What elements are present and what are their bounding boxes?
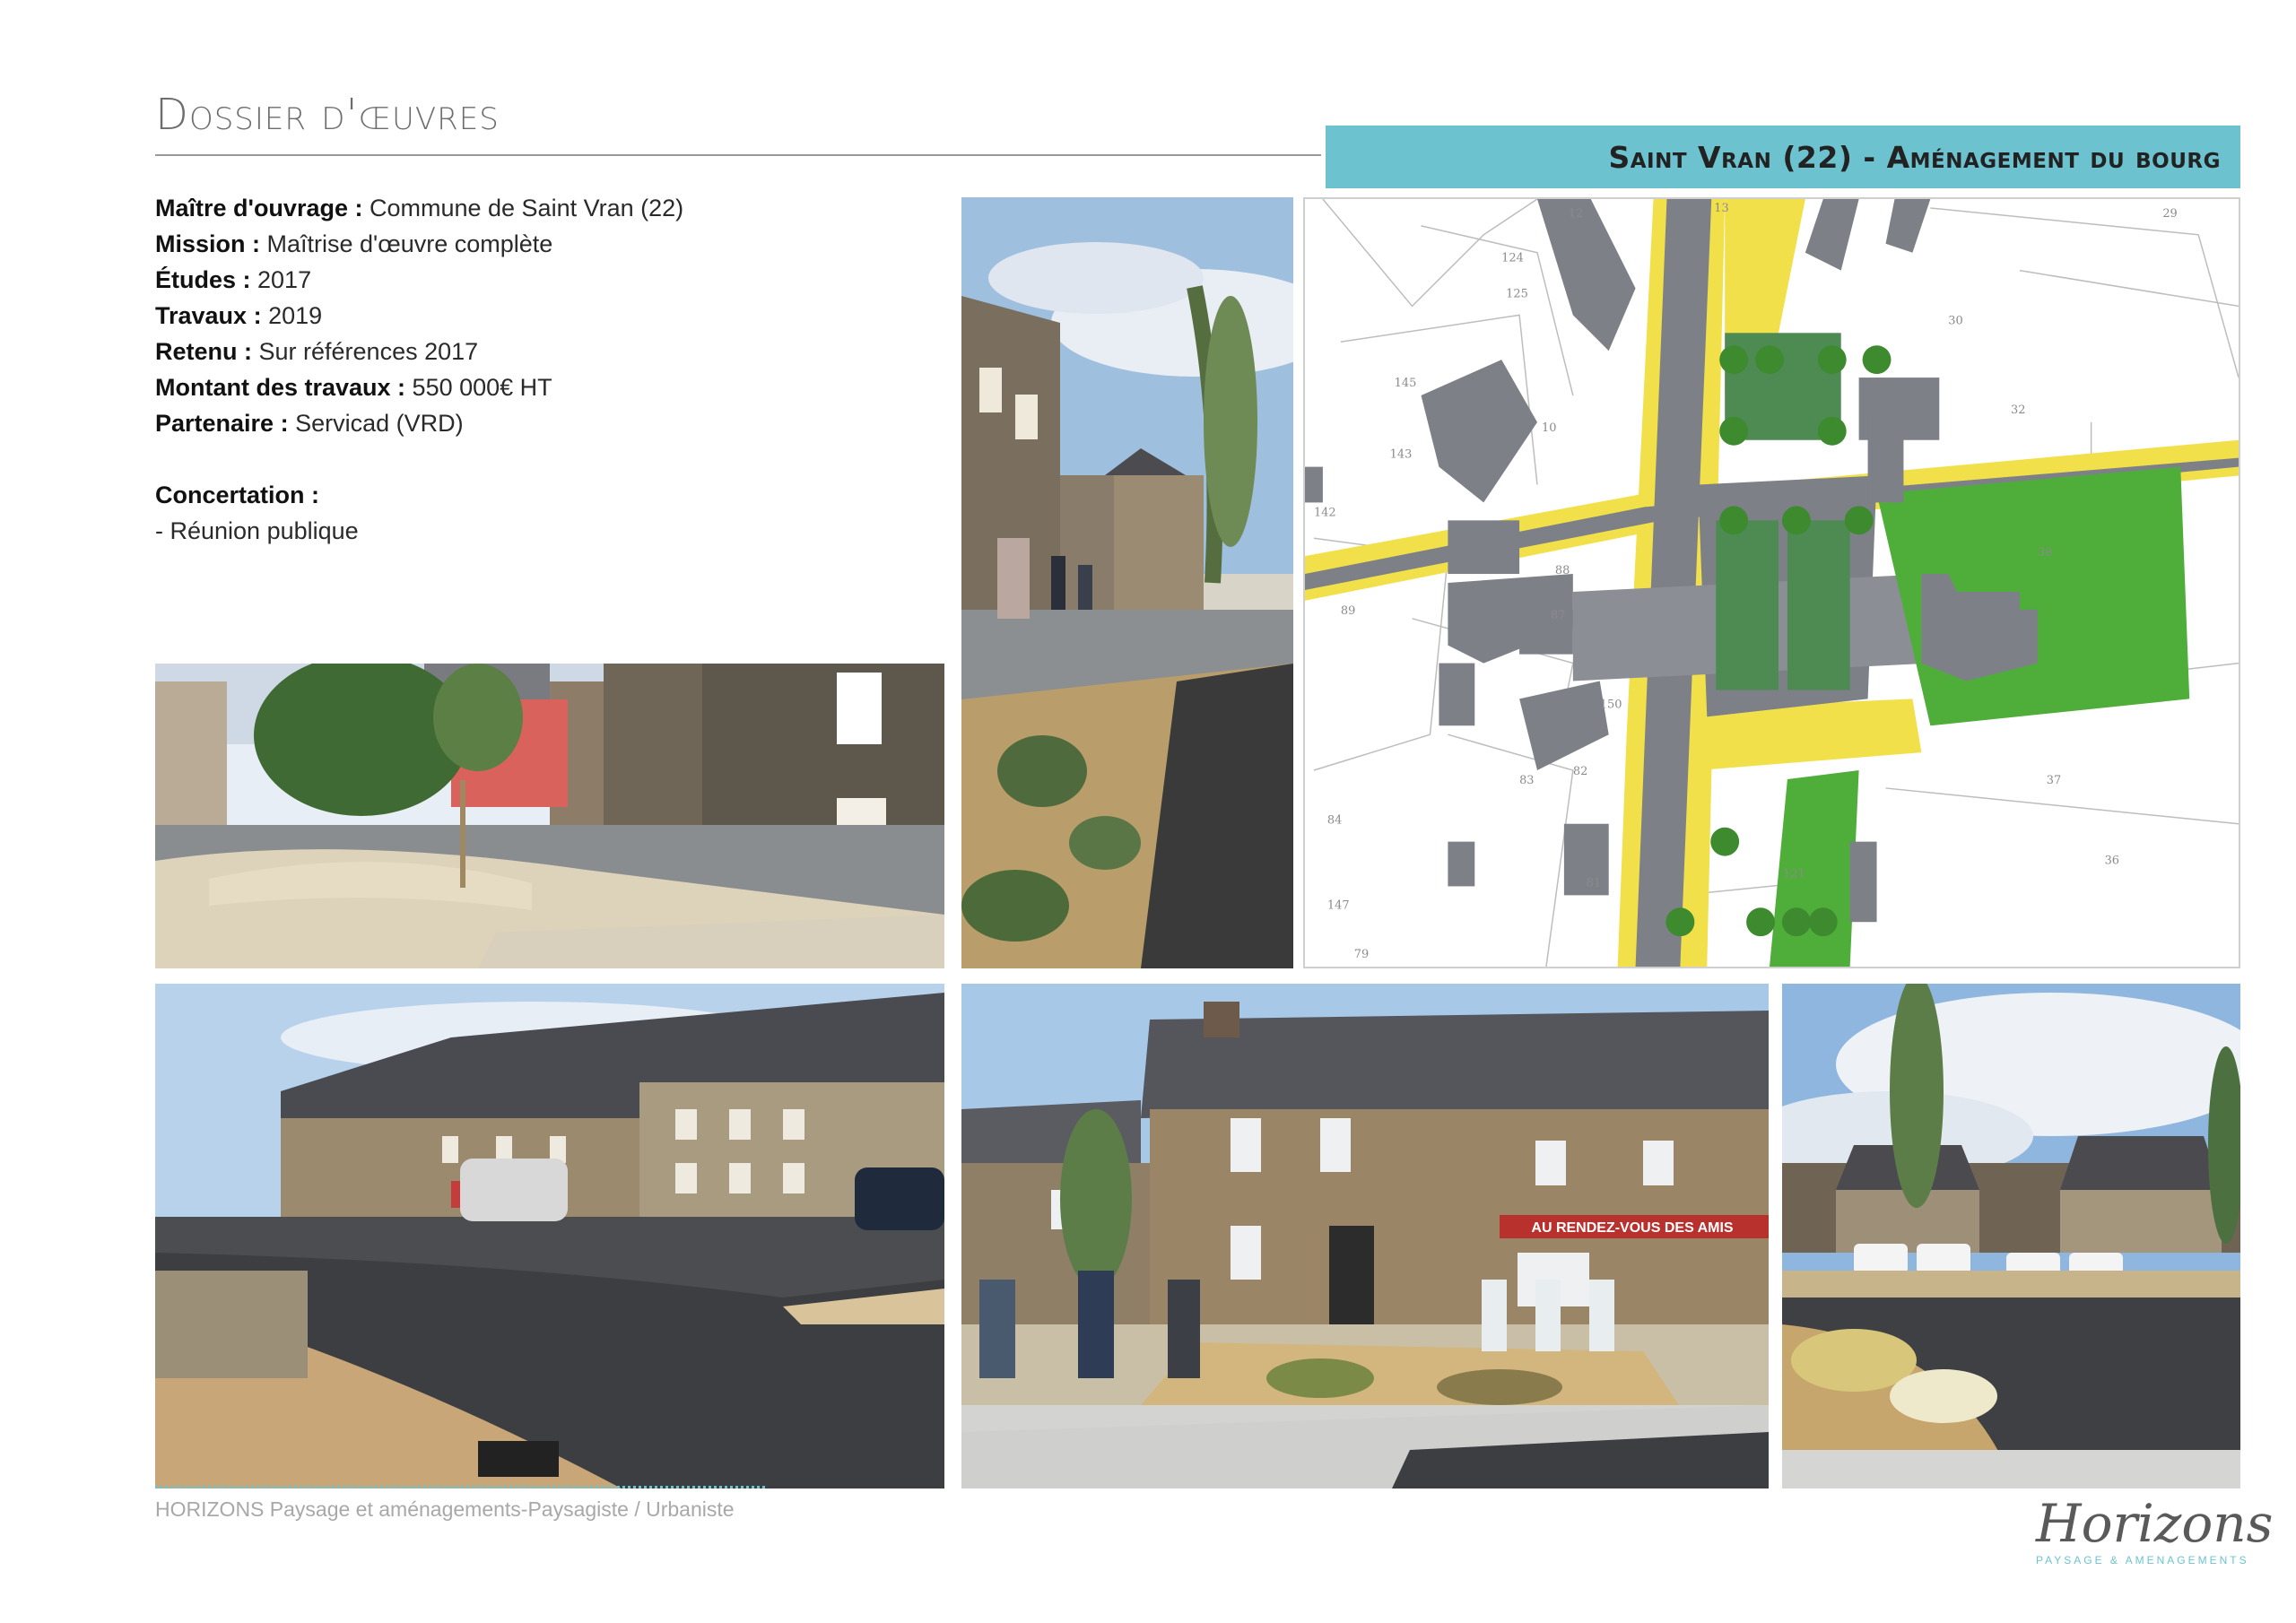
shop-sign: AU RENDEZ-VOUS DES AMIS bbox=[1531, 1220, 1734, 1236]
photo-pedestrian-street bbox=[961, 197, 1293, 968]
footer-divider bbox=[155, 1486, 765, 1488]
info-label: Maître d'ouvrage : bbox=[155, 195, 363, 221]
concertation-heading: Concertation : bbox=[155, 477, 944, 513]
parcel-number: 13 bbox=[1714, 202, 1728, 215]
horizons-logo: Horizons PAYSAGE & AMENAGEMENTS bbox=[2036, 1493, 2274, 1614]
info-row-mission: Mission : Maîtrise d'œuvre complète bbox=[155, 226, 944, 262]
info-label: Travaux : bbox=[155, 302, 262, 329]
footer-text: HORIZONS Paysage et aménagements-Paysagi… bbox=[155, 1497, 735, 1521]
parcel-number: 121 bbox=[1783, 867, 1805, 881]
parcel-number: 142 bbox=[1314, 506, 1336, 519]
document-title: Dossier d'œuvres bbox=[155, 90, 500, 140]
info-row-retenu: Retenu : Sur références 2017 bbox=[155, 334, 944, 369]
parcel-number: 12 bbox=[1569, 207, 1583, 221]
parcel-number: 89 bbox=[1341, 604, 1355, 618]
parcel-number: 36 bbox=[2105, 855, 2119, 868]
concertation-label: Concertation : bbox=[155, 482, 320, 508]
parcel-number: 125 bbox=[1506, 287, 1528, 300]
project-banner: Saint Vran (22) - Aménagement du bourg bbox=[1326, 126, 2240, 188]
info-label: Montant des travaux : bbox=[155, 374, 406, 401]
parcel-number: 124 bbox=[1501, 252, 1524, 265]
parcel-number: 147 bbox=[1327, 898, 1350, 912]
parcel-number: 29 bbox=[2162, 207, 2177, 221]
parcel-number: 37 bbox=[2047, 774, 2061, 787]
info-label: Retenu : bbox=[155, 338, 252, 365]
info-label: Études : bbox=[155, 266, 251, 293]
parcel-number: 10 bbox=[1542, 421, 1556, 435]
info-value: Servicad (VRD) bbox=[288, 410, 464, 437]
parcel-number: 30 bbox=[1948, 314, 1962, 327]
info-label: Partenaire : bbox=[155, 410, 289, 437]
info-row-travaux: Travaux : 2019 bbox=[155, 298, 944, 334]
info-value: Maîtrise d'œuvre complète bbox=[260, 230, 553, 257]
project-title: Saint Vran (22) - Aménagement du bourg bbox=[1608, 139, 2221, 175]
info-row-etudes: Études : 2017 bbox=[155, 262, 944, 298]
parcel-number: 88 bbox=[1555, 564, 1570, 577]
parcel-number: 82 bbox=[1573, 765, 1587, 778]
parcel-number: 38 bbox=[2038, 546, 2052, 560]
info-row-maitre-ouvrage: Maître d'ouvrage : Commune de Saint Vran… bbox=[155, 190, 944, 226]
info-value: 2019 bbox=[261, 302, 323, 329]
info-value: Sur références 2017 bbox=[252, 338, 479, 365]
info-label: Mission : bbox=[155, 230, 261, 257]
photo-parking-flowers bbox=[1782, 984, 2240, 1488]
project-info: Maître d'ouvrage : Commune de Saint Vran… bbox=[155, 190, 944, 549]
info-row-partenaire: Partenaire : Servicad (VRD) bbox=[155, 405, 944, 441]
parcel-number: 81 bbox=[1587, 876, 1601, 890]
parcel-number: 87 bbox=[1551, 609, 1565, 622]
info-row-montant: Montant des travaux : 550 000€ HT bbox=[155, 369, 944, 405]
site-plan: 12 13 29 124 125 30 145 10 32 143 142 88… bbox=[1303, 197, 2240, 968]
title-divider bbox=[155, 154, 1321, 156]
parcel-number: 83 bbox=[1519, 774, 1534, 787]
info-value: 550 000€ HT bbox=[405, 374, 552, 401]
concertation-item: - Réunion publique bbox=[155, 517, 359, 544]
parcel-number: 79 bbox=[1354, 948, 1369, 961]
logo-wordmark: Horizons bbox=[2036, 1493, 2274, 1554]
logo-subtitle: PAYSAGE & AMENAGEMENTS bbox=[2036, 1554, 2249, 1567]
photo-cafe-square: AU RENDEZ-VOUS DES AMIS bbox=[961, 984, 1769, 1488]
info-value: 2017 bbox=[250, 266, 312, 293]
parcel-number: 84 bbox=[1327, 814, 1342, 828]
photo-street-corner bbox=[155, 664, 944, 968]
parcel-number: 32 bbox=[2011, 404, 2025, 417]
photo-stone-houses bbox=[155, 984, 944, 1488]
info-value: Commune de Saint Vran (22) bbox=[362, 195, 684, 221]
parcel-number: 143 bbox=[1390, 448, 1413, 462]
parcel-number: 145 bbox=[1395, 377, 1417, 390]
parcel-number: 150 bbox=[1600, 698, 1622, 711]
